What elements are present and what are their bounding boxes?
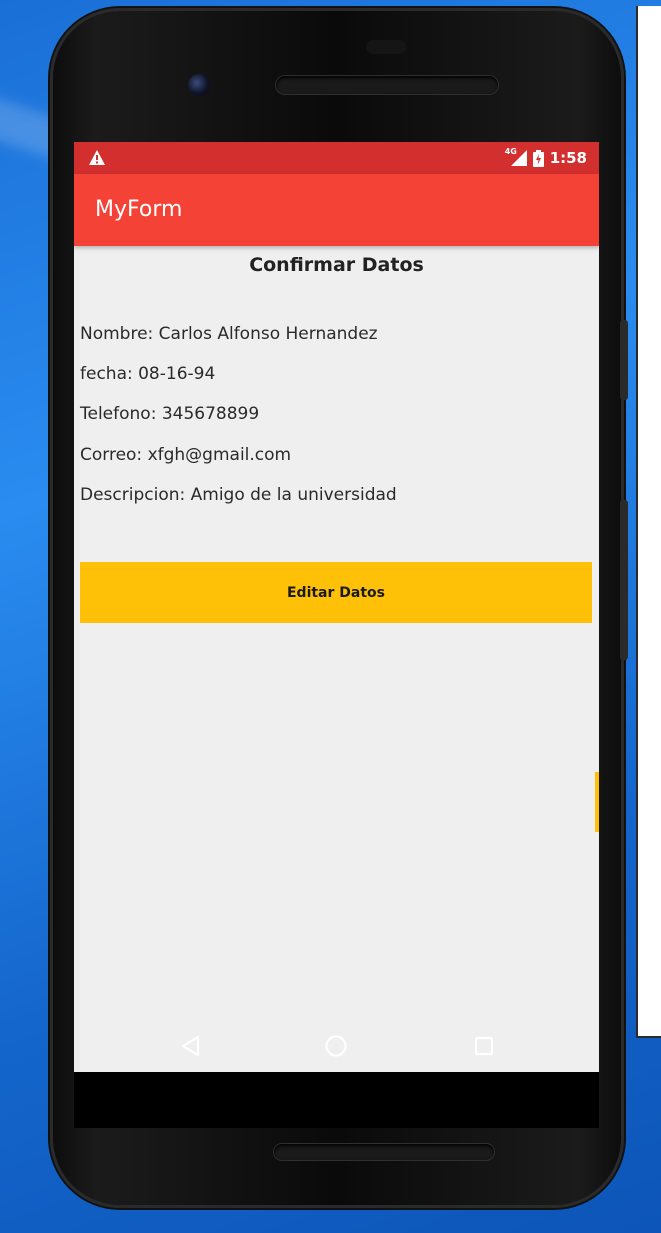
home-icon	[325, 1035, 347, 1057]
battery-icon	[532, 149, 544, 167]
field-nombre: Nombre: Carlos Alfonso Hernandez	[80, 324, 378, 344]
edit-data-button[interactable]: Editar Datos	[80, 562, 592, 623]
field-telefono: Telefono: 345678899	[80, 404, 260, 424]
status-right-group: 4G 1:58	[505, 142, 587, 174]
status-time: 1:58	[549, 149, 587, 167]
field-descripcion: Descripcion: Amigo de la universidad	[80, 485, 397, 505]
page-title: Confirmar Datos	[249, 254, 424, 276]
earpiece-speaker	[276, 76, 498, 94]
phone-screen: 4G 1:58 MyForm Confirmar Datos Nombre: C…	[74, 142, 599, 1072]
status-bar: 4G 1:58	[74, 142, 599, 174]
power-button[interactable]	[620, 500, 628, 660]
nav-home-button[interactable]	[316, 1026, 356, 1066]
side-panel	[636, 6, 661, 1038]
navigation-bar	[74, 1035, 599, 1128]
app-bar: MyForm	[74, 174, 599, 246]
nav-recents-button[interactable]	[464, 1026, 504, 1066]
edit-data-button-label: Editar Datos	[286, 584, 385, 601]
volume-button[interactable]	[620, 320, 628, 400]
field-correo: Correo: xfgh@gmail.com	[80, 445, 292, 465]
front-camera-icon	[188, 74, 210, 96]
scroll-indicator	[595, 772, 599, 832]
back-icon	[181, 1035, 200, 1057]
field-fecha: fecha: 08-16-94	[80, 364, 216, 384]
recents-icon	[474, 1036, 494, 1056]
bottom-speaker	[274, 1144, 494, 1160]
warning-icon	[89, 150, 105, 165]
app-title: MyForm	[95, 197, 183, 222]
nav-back-button[interactable]	[171, 1026, 211, 1066]
phone-notch	[366, 40, 406, 54]
signal-icon: 4G	[505, 147, 527, 166]
